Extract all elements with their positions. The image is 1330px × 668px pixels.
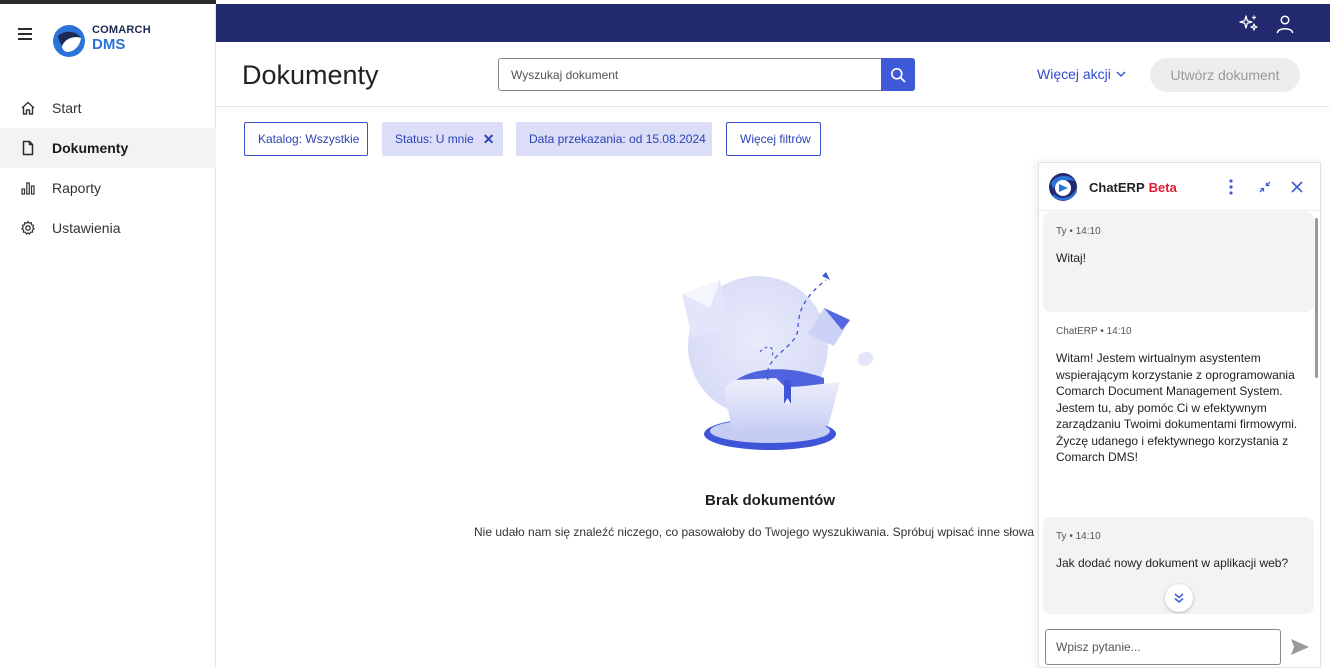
chat-message-bot: ChatERP • 14:10 Witam! Jestem wirtualnym… [1043,312,1314,512]
filter-catalog-chip[interactable]: Katalog: Wszystkie [244,122,368,156]
hamburger-menu-icon[interactable] [18,28,34,42]
filter-date-chip[interactable]: Data przekazania: od 15.08.2024 [516,122,712,156]
beta-badge: Beta [1148,180,1177,195]
scroll-down-button[interactable] [1165,584,1193,612]
filter-status-chip[interactable]: Status: U mnie ✕ [382,122,503,156]
sidebar-item-label: Dokumenty [52,140,129,156]
sidebar-nav: Start Dokumenty Raporty Ustawienia [0,88,216,248]
empty-state-title: Brak dokumentów [704,492,836,509]
chat-footer [1039,614,1320,668]
comarch-logo-icon [53,25,85,57]
chat-scrollbar[interactable] [1315,218,1318,378]
message-text: Witaj! [1056,251,1086,265]
filter-date-label: Data przekazania: od 15.08.2024 [529,132,706,146]
sidebar-top-border [0,0,216,4]
double-chevron-down-icon [1174,593,1184,603]
minimize-icon[interactable] [1255,177,1275,197]
more-actions-label: Więcej akcji [1037,66,1111,82]
message-meta: ChatERP • 14:10 [1056,326,1132,337]
search-button[interactable] [881,58,915,91]
message-meta: Ty • 14:10 [1056,226,1101,237]
gear-icon [20,220,36,236]
bar-chart-icon [20,180,36,196]
search-input[interactable] [498,58,881,91]
search-icon [891,67,906,82]
brand: COMARCH DMS [18,24,208,66]
sidebar-item-dokumenty[interactable]: Dokumenty [0,128,216,168]
filter-catalog-label: Katalog: Wszystkie [258,132,360,146]
empty-folder-illustration [682,272,874,450]
chat-title-text: ChatERP [1089,180,1145,195]
search-bar [498,58,915,92]
sidebar-item-label: Start [52,100,82,116]
brand-line-1: COMARCH [92,24,151,36]
chat-message-user: Ty • 14:10 Witaj! [1043,212,1314,312]
chaterp-panel: ChatERP Beta Ty • 14:10 Witaj! ChatERP • … [1038,162,1321,668]
create-document-button[interactable]: Utwórz dokument [1150,58,1300,92]
message-text: Jak dodać nowy dokument w aplikacji web? [1056,556,1289,570]
ai-sparkle-icon[interactable] [1238,13,1260,35]
message-meta: Ty • 14:10 [1056,531,1101,542]
chaterp-logo-icon [1049,173,1078,201]
sidebar-item-ustawienia[interactable]: Ustawienia [0,208,216,248]
empty-state-description: Nie udało nam się znaleźć niczego, co pa… [474,525,1040,539]
page-header: Dokumenty Więcej akcji Utwórz dokument [216,42,1330,107]
sidebar-item-label: Ustawienia [52,220,121,236]
send-icon[interactable] [1289,637,1311,657]
page-title: Dokumenty [242,60,379,90]
sidebar-item-raporty[interactable]: Raporty [0,168,216,208]
chat-header: ChatERP Beta [1039,163,1320,211]
filter-status-label: Status: U mnie [395,132,474,146]
message-text: Witam! Jestem wirtualnym asystentem wspi… [1056,351,1298,464]
brand-line-2: DMS [92,36,126,53]
sidebar-item-label: Raporty [52,180,102,196]
chevron-down-icon [1116,71,1126,77]
more-actions-dropdown[interactable]: Więcej akcji [1037,66,1126,82]
more-filters-button[interactable]: Więcej filtrów [726,122,821,156]
sidebar: COMARCH DMS Start Dokumenty Raporty Usta… [0,0,216,668]
top-bar [216,4,1330,42]
more-options-icon[interactable] [1221,177,1241,197]
document-icon [20,140,36,156]
more-filters-label: Więcej filtrów [740,132,811,146]
chat-question-input[interactable] [1045,629,1281,665]
close-icon[interactable]: ✕ [483,131,495,148]
chat-messages: Ty • 14:10 Witaj! ChatERP • 14:10 Witam!… [1039,212,1320,614]
chat-title: ChatERP Beta [1089,180,1177,195]
user-icon[interactable] [1274,13,1296,35]
sidebar-item-start[interactable]: Start [0,88,216,128]
home-icon [20,100,36,116]
close-icon[interactable] [1287,177,1307,197]
brand-text: COMARCH DMS [92,24,151,53]
